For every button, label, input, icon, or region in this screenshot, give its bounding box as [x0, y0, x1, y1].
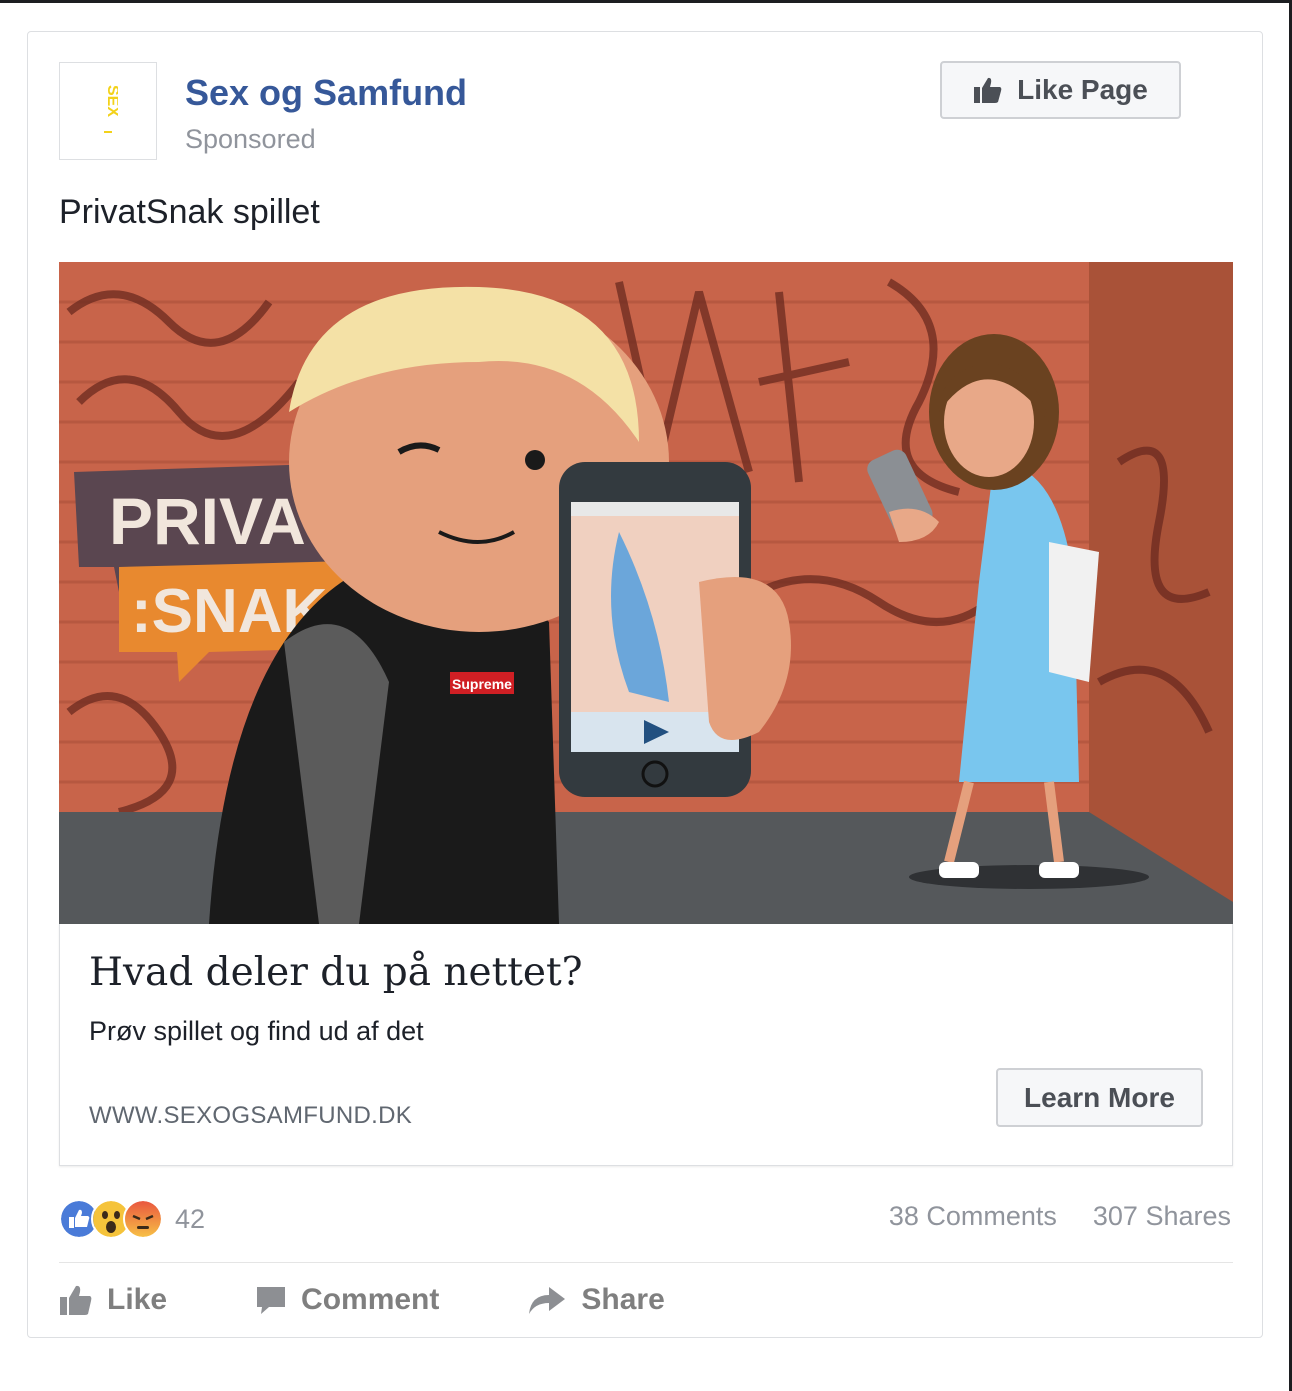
link-url: WWW.SEXOGSAMFUND.DK	[89, 1102, 413, 1129]
link-description: Prøv spillet og find ud af det	[89, 1016, 424, 1046]
learn-more-button[interactable]: Learn More	[996, 1068, 1203, 1127]
sex-og-samfund-logo-icon: SEX	[104, 85, 118, 133]
svg-text:Supreme: Supreme	[452, 676, 512, 692]
share-arrow-icon	[529, 1287, 566, 1314]
share-label: Share	[581, 1283, 665, 1316]
comment-label: Comment	[301, 1283, 440, 1316]
sponsored-post-card: SEX Sex og Samfund Sponsored Like Page P…	[27, 31, 1263, 1338]
ad-image[interactable]: PRIVAT :SNAK Supreme	[59, 262, 1233, 924]
page-name-link[interactable]: Sex og Samfund	[185, 72, 467, 114]
comment-button[interactable]: Comment	[255, 1283, 439, 1317]
share-button[interactable]: Share	[527, 1283, 665, 1317]
reaction-summary[interactable]: 42	[59, 1199, 205, 1239]
shares-count-link[interactable]: 307 Shares	[1093, 1201, 1231, 1232]
learn-more-label: Learn More	[1024, 1081, 1175, 1113]
actions-divider	[59, 1262, 1233, 1263]
link-preview[interactable]: Hvad deler du på nettet? Prøv spillet og…	[59, 924, 1233, 1166]
post-text: PrivatSnak spillet	[59, 193, 320, 231]
post-actions-bar: Like Comment Share	[59, 1279, 665, 1321]
like-page-button[interactable]: Like Page	[940, 61, 1181, 119]
page-avatar[interactable]: SEX	[59, 62, 157, 160]
thumbs-up-icon	[974, 77, 1002, 103]
comments-count-link[interactable]: 38 Comments	[889, 1201, 1057, 1232]
like-page-label: Like Page	[1017, 74, 1148, 105]
link-headline[interactable]: Hvad deler du på nettet?	[89, 950, 583, 995]
like-button[interactable]: Like	[59, 1283, 167, 1317]
angry-reaction-icon	[123, 1199, 163, 1239]
reaction-count: 42	[175, 1203, 206, 1234]
engagement-stats: 38 Comments 307 Shares	[889, 1201, 1231, 1232]
thumbs-up-icon	[60, 1285, 92, 1315]
comment-bubble-icon	[257, 1287, 286, 1314]
window-frame-top	[0, 0, 1292, 3]
like-label: Like	[107, 1283, 168, 1316]
svg-text:SEX: SEX	[104, 85, 118, 117]
graffiti-illustration: PRIVAT :SNAK Supreme	[59, 262, 1233, 924]
sponsored-label[interactable]: Sponsored	[185, 124, 316, 155]
